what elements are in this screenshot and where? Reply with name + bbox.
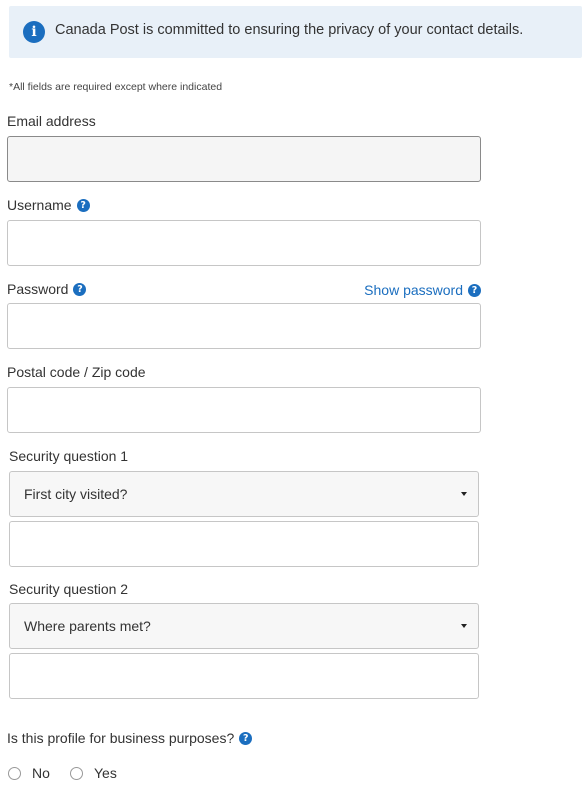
password-label-text: Password [7,281,69,297]
password-field[interactable] [7,303,481,349]
security-question-1-value: First city visited? [24,486,128,502]
security-question-1-label: Security question 1 [9,448,128,464]
show-password-label[interactable]: Show password [364,282,463,298]
security-answer-1-field[interactable] [9,521,479,567]
info-icon: i [23,21,45,43]
password-label: Password ? [7,281,87,297]
security-answer-2-field[interactable] [9,653,479,699]
radio-no[interactable]: No [8,765,50,781]
radio-yes-label[interactable]: Yes [94,765,117,781]
email-label-text: Email address [7,113,96,129]
business-purpose-question: Is this profile for business purposes? [7,730,235,746]
radio-no-circle[interactable] [8,766,21,780]
show-password-link[interactable]: Show password ? [364,282,481,298]
radio-yes[interactable]: Yes [70,765,117,781]
username-label: Username ? [7,197,90,213]
email-field[interactable] [7,136,481,182]
required-fields-note: *All fields are required except where in… [9,81,223,93]
radio-no-label[interactable]: No [32,765,50,781]
username-label-text: Username [7,197,72,213]
postal-label: Postal code / Zip code [7,364,146,380]
security-question-1-select[interactable]: First city visited? [9,471,479,517]
security-question-2-value: Where parents met? [24,618,151,634]
business-help-icon[interactable]: ? [239,731,253,745]
username-field[interactable] [7,220,481,266]
postal-code-field[interactable] [7,387,481,433]
email-label: Email address [7,113,96,129]
security-question-2-label: Security question 2 [9,581,128,597]
caret-down-icon [461,492,467,496]
username-help-icon[interactable]: ? [76,198,90,212]
privacy-banner: i Canada Post is committed to ensuring t… [9,6,582,58]
security-question-2-select[interactable]: Where parents met? [9,603,479,649]
security-question-2-label-text: Security question 2 [9,581,129,597]
privacy-banner-text: Canada Post is committed to ensuring the… [55,22,524,38]
postal-label-text: Postal code / Zip code [7,364,146,380]
security-question-1-label-text: Security question 1 [9,448,129,464]
radio-yes-circle[interactable] [70,766,83,780]
show-password-help-icon[interactable]: ? [468,283,481,297]
business-purpose-label: Is this profile for business purposes? ? [7,730,253,746]
password-help-icon[interactable]: ? [73,282,87,296]
caret-down-icon [461,624,467,628]
